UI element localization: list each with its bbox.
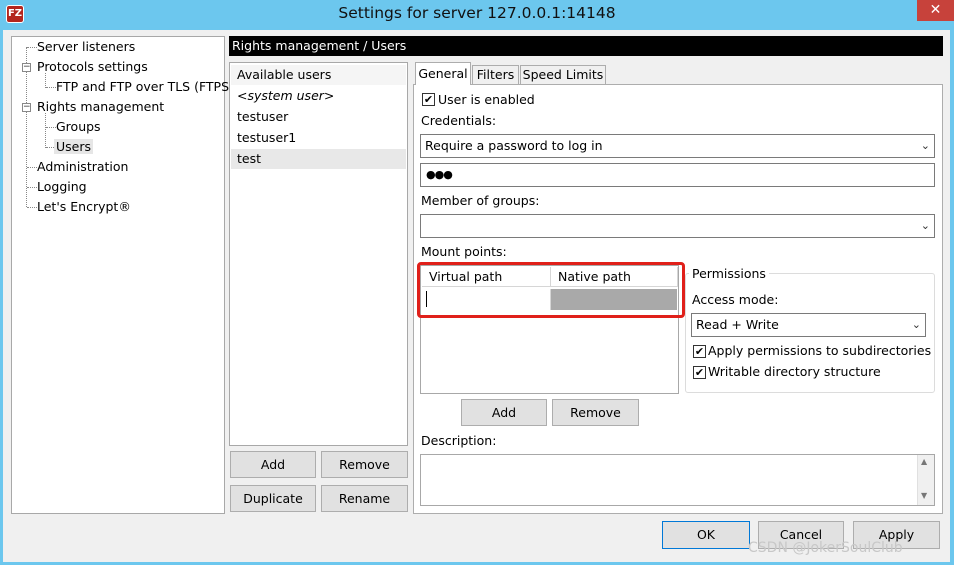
chevron-down-icon: ⌄ xyxy=(920,139,930,152)
access-mode-value: Read + Write xyxy=(696,317,779,332)
tree-item-users[interactable]: Users xyxy=(54,139,94,154)
writable-dir-label: Writable directory structure xyxy=(708,364,881,379)
user-enabled-checkbox[interactable]: ✔ xyxy=(422,93,435,106)
collapse-icon[interactable]: − xyxy=(22,63,31,72)
list-item[interactable]: testuser1 xyxy=(231,128,406,148)
tree-connector xyxy=(27,47,37,48)
tree-item-groups[interactable]: Groups xyxy=(56,119,101,134)
add-user-button[interactable]: Add xyxy=(230,451,316,478)
watermark: CSDN @JokerSoulClub xyxy=(748,540,903,556)
ok-button[interactable]: OK xyxy=(662,521,750,549)
list-item[interactable]: <system user> xyxy=(231,86,406,106)
tree-item-lets-encrypt[interactable]: Let's Encrypt® xyxy=(37,199,131,214)
scroll-up-icon[interactable]: ▲ xyxy=(921,457,927,466)
add-mount-point-button[interactable]: Add xyxy=(461,399,547,426)
remove-user-button[interactable]: Remove xyxy=(321,451,408,478)
window-title: Settings for server 127.0.0.1:14148 xyxy=(338,4,616,22)
groups-label: Member of groups: xyxy=(421,193,540,208)
remove-mount-point-button[interactable]: Remove xyxy=(552,399,639,426)
user-enabled-label: User is enabled xyxy=(438,92,535,107)
tree-item-rights-management[interactable]: Rights management xyxy=(37,99,164,114)
tree-item-server-listeners[interactable]: Server listeners xyxy=(37,39,135,54)
credentials-value: Require a password to log in xyxy=(425,138,603,153)
password-field[interactable]: ●●● xyxy=(420,163,935,187)
access-mode-select[interactable]: Read + Write ⌄ xyxy=(691,313,926,337)
tree-item-protocols-settings[interactable]: Protocols settings xyxy=(37,59,148,74)
description-label: Description: xyxy=(421,433,497,448)
tree-connector xyxy=(45,73,46,88)
tree-item-administration[interactable]: Administration xyxy=(37,159,128,174)
tree-connector xyxy=(27,187,37,188)
duplicate-user-button[interactable]: Duplicate xyxy=(230,485,316,512)
description-textarea[interactable]: ▲ ▼ xyxy=(420,454,935,506)
tree-connector xyxy=(46,127,56,128)
settings-tree: − − Server listeners Protocols settings … xyxy=(11,36,234,514)
rename-user-button[interactable]: Rename xyxy=(321,485,408,512)
chevron-down-icon: ⌄ xyxy=(911,318,921,331)
scroll-down-icon[interactable]: ▼ xyxy=(921,491,927,500)
list-item[interactable]: testuser xyxy=(231,107,406,127)
tab-filters[interactable]: Filters xyxy=(472,65,519,85)
tree-item-ftp-ftps[interactable]: FTP and FTP over TLS (FTPS) xyxy=(56,79,234,94)
collapse-icon[interactable]: − xyxy=(22,103,31,112)
apply-subdirs-label: Apply permissions to subdirectories xyxy=(708,343,932,358)
list-item-selected[interactable]: test xyxy=(231,149,406,169)
writable-dir-checkbox[interactable]: ✔ xyxy=(693,366,706,379)
users-list[interactable]: Available users <system user> testuser t… xyxy=(229,62,408,446)
credentials-select[interactable]: Require a password to log in ⌄ xyxy=(420,134,935,158)
access-mode-label: Access mode: xyxy=(692,292,779,307)
close-button[interactable]: ✕ xyxy=(917,0,954,21)
tree-item-logging[interactable]: Logging xyxy=(37,179,87,194)
tree-connector xyxy=(45,113,46,148)
users-list-heading: Available users xyxy=(231,65,406,85)
tab-general[interactable]: General xyxy=(415,62,471,85)
chevron-down-icon: ⌄ xyxy=(920,219,930,232)
tree-connector xyxy=(27,167,37,168)
description-scrollbar[interactable]: ▲ ▼ xyxy=(917,455,934,505)
tab-speed-limits[interactable]: Speed Limits xyxy=(520,65,606,85)
permissions-title: Permissions xyxy=(689,266,769,281)
credentials-label: Credentials: xyxy=(421,113,497,128)
tree-connector xyxy=(46,87,56,88)
annotation-highlight-box xyxy=(417,262,685,318)
mount-points-label: Mount points: xyxy=(421,244,507,259)
apply-subdirs-checkbox[interactable]: ✔ xyxy=(693,345,706,358)
groups-select[interactable]: ⌄ xyxy=(420,214,935,238)
tree-connector xyxy=(27,207,37,208)
page-title: Rights management / Users xyxy=(229,36,943,56)
